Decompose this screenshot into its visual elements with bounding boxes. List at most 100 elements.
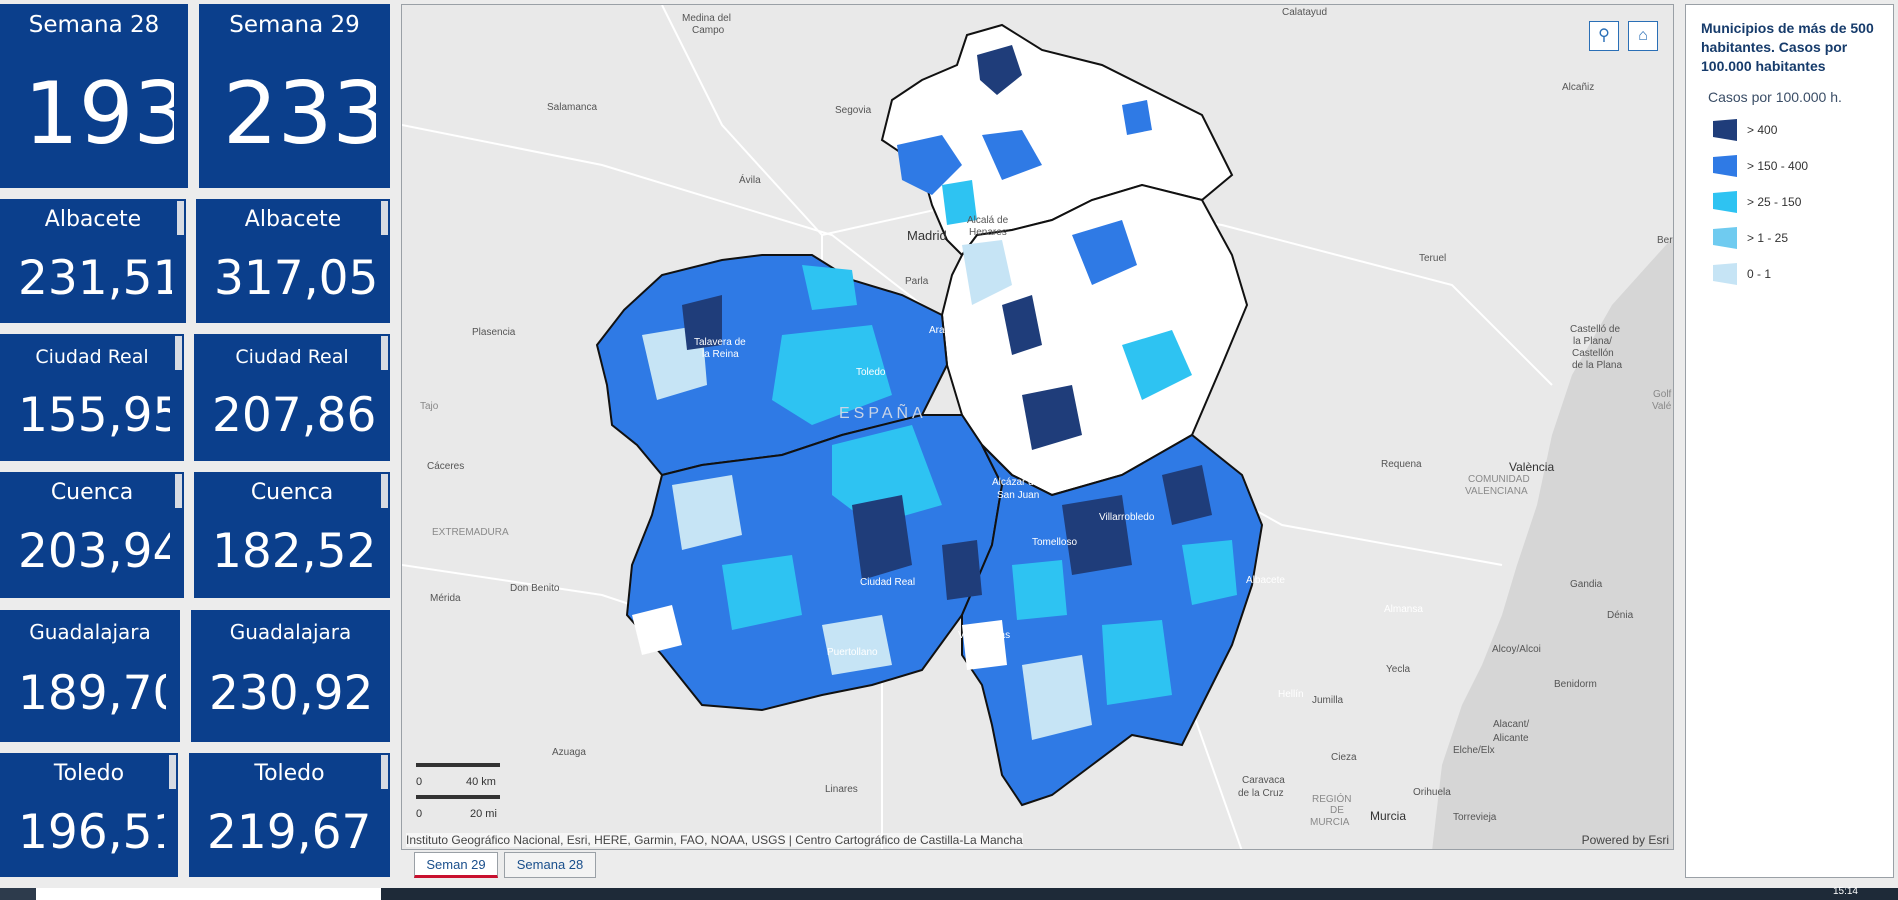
place-label: Requena [1381,459,1422,470]
place-label: Campo [692,25,725,36]
place-label: Azuaga [552,747,586,758]
tile-toledo-week-a[interactable]: Toledo 196,51 [0,753,178,877]
tab-label: Seman 29 [426,857,486,872]
place-label: Jumilla [1312,695,1344,706]
tile-value: 230,92 [209,666,374,721]
tile-value: 317,05 [214,251,376,306]
tile-week-29: Semana 29 233 [199,4,390,188]
tile-label: Toledo [254,761,325,786]
tile-value: 196,51 [18,805,164,860]
legend-swatch [1713,191,1737,213]
tile-value: 219,67 [207,805,372,860]
place-label: Almansa [1384,604,1423,615]
tile-week-28: Semana 28 193 [0,4,188,188]
place-label: Puertollano [827,647,878,658]
legend-panel: Municipios de más de 500 habitantes. Cas… [1685,4,1894,878]
tile-toledo-week-b[interactable]: Toledo 219,67 [189,753,390,877]
place-label: Tajo [420,401,439,412]
place-label: Parla [905,276,929,287]
scale-km-label: 40 km [466,776,496,788]
place-label: Valé [1652,401,1672,412]
tile-guadalajara-week-a: Guadalajara 189,70 [0,610,180,742]
tile-label: Cuenca [50,480,134,505]
legend-swatch [1713,263,1737,285]
place-label: Orihuela [1413,787,1451,798]
place-label: Elche/Elx [1453,745,1495,756]
place-label: Teruel [1419,253,1446,264]
tile-cuenca-week-a[interactable]: Cuenca 203,94 [0,472,184,598]
place-label: San Juan [997,490,1039,501]
legend-subtitle: Casos por 100.000 h. [1708,89,1842,105]
place-label: Linares [825,784,858,795]
tile-albacete-week-a[interactable]: Albacete 231,51 [0,199,186,323]
place-label: Ciudad Real [860,577,915,588]
tile-albacete-week-b[interactable]: Albacete 317,05 [196,199,390,323]
tile-label: Guadalajara [229,620,352,644]
scale-mi-label: 20 mi [470,808,497,820]
place-label: COMUNIDAD [1468,474,1530,485]
home-icon: ⌂ [1638,27,1648,44]
place-label: MURCIA [1310,817,1350,828]
legend-label: > 150 - 400 [1747,159,1809,173]
tile-label: Toledo [53,761,125,786]
tile-label: Cuenca [250,480,334,505]
place-label: Albacete [1246,575,1285,586]
place-label: Aranjuez [929,325,968,336]
place-label: Henares [969,227,1007,238]
place-label: Madrid [907,228,947,243]
tab-semana-29[interactable]: Seman 29 [414,852,498,878]
place-label: Ávila [739,173,761,186]
search-button[interactable]: ⚲ [1589,21,1619,51]
taskbar-clock: 15:14 [1832,886,1858,897]
place-label: Villarrobledo [1099,512,1155,523]
start-button[interactable] [0,888,36,900]
place-label: Don Benito [510,583,560,594]
legend-label: > 25 - 150 [1747,195,1802,209]
place-label: Castelló de [1570,324,1620,335]
legend-title: Municipios de más de 500 habitantes. Cas… [1701,20,1874,74]
tile-label: Ciudad Real [235,346,349,368]
tab-semana-28[interactable]: Semana 28 [504,852,596,878]
place-label: la Reina [702,349,739,360]
place-label: Valdepeñas [958,630,1010,641]
tile-value: 182,52 [212,524,376,579]
place-label: Medina del [682,13,731,24]
tile-label: Semana 29 [229,12,360,38]
tile-ciudad-real-week-a[interactable]: Ciudad Real 155,95 [0,334,184,461]
legend-label: 0 - 1 [1747,267,1772,281]
region-castilla-la-mancha [595,23,1264,807]
place-label: Hellín [1278,689,1304,700]
tile-label: Albacete [244,207,342,232]
tile-value: 233 [223,64,376,164]
home-button[interactable]: ⌂ [1628,21,1658,51]
map-canvas[interactable]: Medina del Campo Calatayud Alcañiz Salam… [402,5,1674,850]
place-label: Alcoy/Alcoi [1492,644,1541,655]
place-label: ESPAÑA [839,402,927,422]
place-label: Salamanca [547,102,597,113]
powered-by-esri[interactable]: Powered by Esri [1582,833,1669,847]
mediterranean-sea [1432,237,1673,849]
place-label: València [1509,460,1554,474]
map-attribution[interactable]: Instituto Geográfico Nacional, Esri, HER… [406,833,1023,847]
tile-value: 231,51 [18,251,172,306]
legend-swatch [1713,227,1737,249]
tile-value: 189,70 [18,666,166,721]
place-label: Talavera de [694,337,746,348]
legend-swatch [1713,119,1737,141]
place-label: Ber [1657,235,1673,246]
place-label: Alcalá de [967,215,1009,226]
tile-cuenca-week-b[interactable]: Cuenca 182,52 [194,472,390,598]
place-label: de la Plana [1572,360,1622,371]
place-label: Plasencia [472,327,516,338]
taskbar-search[interactable] [36,888,381,900]
tile-ciudad-real-week-b[interactable]: Ciudad Real 207,86 [194,334,390,461]
tile-value: 155,95 [18,388,170,443]
place-label: Mérida [430,593,461,604]
place-label: Calatayud [1282,7,1327,18]
place-label: Gandia [1570,579,1603,590]
place-label: Castellón [1572,348,1614,359]
place-label: Tomelloso [1032,537,1077,548]
map-view[interactable]: Medina del Campo Calatayud Alcañiz Salam… [401,4,1674,850]
tile-guadalajara-week-b: Guadalajara 230,92 [191,610,390,742]
scale-km-zero: 0 [416,776,422,788]
